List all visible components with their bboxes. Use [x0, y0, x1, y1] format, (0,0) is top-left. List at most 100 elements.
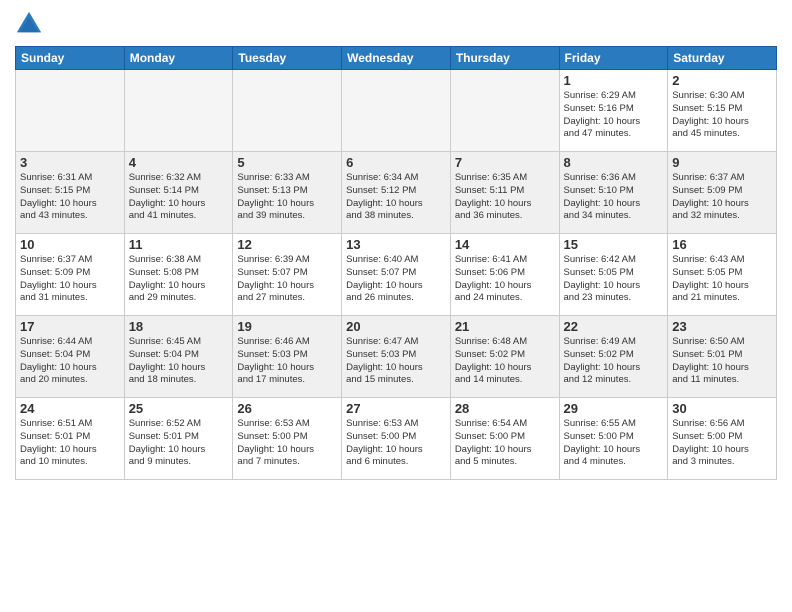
day-info: Sunrise: 6:42 AMSunset: 5:05 PMDaylight:… — [564, 254, 664, 305]
day-number: 14 — [455, 237, 555, 252]
day-number: 15 — [564, 237, 664, 252]
day-number: 4 — [129, 155, 229, 170]
day-info: Sunrise: 6:39 AMSunset: 5:07 PMDaylight:… — [237, 254, 337, 305]
calendar-cell: 23 Sunrise: 6:50 AMSunset: 5:01 PMDayligh… — [668, 316, 777, 398]
day-info: Sunrise: 6:34 AMSunset: 5:12 PMDaylight:… — [346, 172, 446, 223]
calendar-cell: 22 Sunrise: 6:49 AMSunset: 5:02 PMDayligh… — [559, 316, 668, 398]
page: SundayMondayTuesdayWednesdayThursdayFrid… — [0, 0, 792, 612]
weekday-header-row: SundayMondayTuesdayWednesdayThursdayFrid… — [16, 47, 777, 70]
day-number: 9 — [672, 155, 772, 170]
calendar-body: 1Sunrise: 6:29 AMSunset: 5:16 PMDaylight… — [16, 70, 777, 480]
calendar-cell: 14 Sunrise: 6:41 AMSunset: 5:06 PMDayligh… — [450, 234, 559, 316]
calendar-cell: 6 Sunrise: 6:34 AMSunset: 5:12 PMDaylight… — [342, 152, 451, 234]
calendar-cell: 19 Sunrise: 6:46 AMSunset: 5:03 PMDayligh… — [233, 316, 342, 398]
day-info: Sunrise: 6:37 AMSunset: 5:09 PMDaylight:… — [20, 254, 120, 305]
day-number: 19 — [237, 319, 337, 334]
calendar-cell: 15 Sunrise: 6:42 AMSunset: 5:05 PMDayligh… — [559, 234, 668, 316]
day-number: 12 — [237, 237, 337, 252]
day-number: 11 — [129, 237, 229, 252]
calendar-table: SundayMondayTuesdayWednesdayThursdayFrid… — [15, 46, 777, 480]
day-info: Sunrise: 6:54 AMSunset: 5:00 PMDaylight:… — [455, 418, 555, 469]
calendar-cell: 10 Sunrise: 6:37 AMSunset: 5:09 PMDayligh… — [16, 234, 125, 316]
day-info: Sunrise: 6:45 AMSunset: 5:04 PMDaylight:… — [129, 336, 229, 387]
calendar-cell: 30Sunrise: 6:56 AMSunset: 5:00 PMDayligh… — [668, 398, 777, 480]
header — [15, 10, 777, 38]
logo-icon — [15, 10, 43, 38]
calendar-cell: 9Sunrise: 6:37 AMSunset: 5:09 PMDaylight… — [668, 152, 777, 234]
day-number: 7 — [455, 155, 555, 170]
day-info: Sunrise: 6:49 AMSunset: 5:02 PMDaylight:… — [564, 336, 664, 387]
day-number: 20 — [346, 319, 446, 334]
calendar-cell: 3 Sunrise: 6:31 AMSunset: 5:15 PMDaylight… — [16, 152, 125, 234]
day-number: 23 — [672, 319, 772, 334]
calendar-cell — [124, 70, 233, 152]
day-number: 8 — [564, 155, 664, 170]
logo — [15, 10, 47, 38]
day-info: Sunrise: 6:36 AMSunset: 5:10 PMDaylight:… — [564, 172, 664, 223]
day-info: Sunrise: 6:53 AMSunset: 5:00 PMDaylight:… — [237, 418, 337, 469]
day-info: Sunrise: 6:41 AMSunset: 5:06 PMDaylight:… — [455, 254, 555, 305]
day-number: 2 — [672, 73, 772, 88]
day-number: 3 — [20, 155, 120, 170]
calendar-cell: 18 Sunrise: 6:45 AMSunset: 5:04 PMDayligh… — [124, 316, 233, 398]
day-info: Sunrise: 6:44 AMSunset: 5:04 PMDaylight:… — [20, 336, 120, 387]
day-number: 5 — [237, 155, 337, 170]
calendar-cell — [342, 70, 451, 152]
day-number: 27 — [346, 401, 446, 416]
calendar-cell: 7 Sunrise: 6:35 AMSunset: 5:11 PMDaylight… — [450, 152, 559, 234]
calendar-cell: 28 Sunrise: 6:54 AMSunset: 5:00 PMDayligh… — [450, 398, 559, 480]
calendar-cell: 11 Sunrise: 6:38 AMSunset: 5:08 PMDayligh… — [124, 234, 233, 316]
day-number: 18 — [129, 319, 229, 334]
weekday-header-friday: Friday — [559, 47, 668, 70]
day-info: Sunrise: 6:33 AMSunset: 5:13 PMDaylight:… — [237, 172, 337, 223]
day-number: 21 — [455, 319, 555, 334]
calendar-cell: 16 Sunrise: 6:43 AMSunset: 5:05 PMDayligh… — [668, 234, 777, 316]
calendar-cell: 4 Sunrise: 6:32 AMSunset: 5:14 PMDaylight… — [124, 152, 233, 234]
weekday-header-tuesday: Tuesday — [233, 47, 342, 70]
calendar-cell: 27Sunrise: 6:53 AMSunset: 5:00 PMDayligh… — [342, 398, 451, 480]
calendar-week-4: 17 Sunrise: 6:44 AMSunset: 5:04 PMDayligh… — [16, 316, 777, 398]
day-info: Sunrise: 6:47 AMSunset: 5:03 PMDaylight:… — [346, 336, 446, 387]
day-info: Sunrise: 6:35 AMSunset: 5:11 PMDaylight:… — [455, 172, 555, 223]
day-info: Sunrise: 6:52 AMSunset: 5:01 PMDaylight:… — [129, 418, 229, 469]
day-info: Sunrise: 6:30 AMSunset: 5:15 PMDaylight:… — [672, 90, 772, 141]
calendar-week-2: 3 Sunrise: 6:31 AMSunset: 5:15 PMDaylight… — [16, 152, 777, 234]
day-number: 29 — [564, 401, 664, 416]
calendar-cell: 12 Sunrise: 6:39 AMSunset: 5:07 PMDayligh… — [233, 234, 342, 316]
calendar-cell: 21 Sunrise: 6:48 AMSunset: 5:02 PMDayligh… — [450, 316, 559, 398]
day-number: 26 — [237, 401, 337, 416]
day-number: 13 — [346, 237, 446, 252]
calendar-header: SundayMondayTuesdayWednesdayThursdayFrid… — [16, 47, 777, 70]
weekday-header-sunday: Sunday — [16, 47, 125, 70]
day-number: 22 — [564, 319, 664, 334]
day-number: 24 — [20, 401, 120, 416]
calendar-cell: 26 Sunrise: 6:53 AMSunset: 5:00 PMDayligh… — [233, 398, 342, 480]
day-number: 28 — [455, 401, 555, 416]
day-info: Sunrise: 6:31 AMSunset: 5:15 PMDaylight:… — [20, 172, 120, 223]
calendar-cell: 1Sunrise: 6:29 AMSunset: 5:16 PMDaylight… — [559, 70, 668, 152]
day-info: Sunrise: 6:55 AMSunset: 5:00 PMDaylight:… — [564, 418, 664, 469]
day-info: Sunrise: 6:46 AMSunset: 5:03 PMDaylight:… — [237, 336, 337, 387]
calendar-cell: 25Sunrise: 6:52 AMSunset: 5:01 PMDayligh… — [124, 398, 233, 480]
day-info: Sunrise: 6:43 AMSunset: 5:05 PMDaylight:… — [672, 254, 772, 305]
day-info: Sunrise: 6:32 AMSunset: 5:14 PMDaylight:… — [129, 172, 229, 223]
day-info: Sunrise: 6:40 AMSunset: 5:07 PMDaylight:… — [346, 254, 446, 305]
calendar-cell: 2 Sunrise: 6:30 AMSunset: 5:15 PMDaylight… — [668, 70, 777, 152]
day-info: Sunrise: 6:48 AMSunset: 5:02 PMDaylight:… — [455, 336, 555, 387]
weekday-header-thursday: Thursday — [450, 47, 559, 70]
day-info: Sunrise: 6:38 AMSunset: 5:08 PMDaylight:… — [129, 254, 229, 305]
day-number: 1 — [564, 73, 664, 88]
day-number: 10 — [20, 237, 120, 252]
calendar-week-5: 24Sunrise: 6:51 AMSunset: 5:01 PMDayligh… — [16, 398, 777, 480]
calendar-cell — [16, 70, 125, 152]
day-number: 30 — [672, 401, 772, 416]
day-info: Sunrise: 6:50 AMSunset: 5:01 PMDaylight:… — [672, 336, 772, 387]
calendar-cell: 13 Sunrise: 6:40 AMSunset: 5:07 PMDayligh… — [342, 234, 451, 316]
calendar-cell: 17 Sunrise: 6:44 AMSunset: 5:04 PMDayligh… — [16, 316, 125, 398]
calendar-cell: 5 Sunrise: 6:33 AMSunset: 5:13 PMDaylight… — [233, 152, 342, 234]
calendar-cell: 24Sunrise: 6:51 AMSunset: 5:01 PMDayligh… — [16, 398, 125, 480]
day-number: 16 — [672, 237, 772, 252]
calendar-cell: 29 Sunrise: 6:55 AMSunset: 5:00 PMDayligh… — [559, 398, 668, 480]
day-number: 17 — [20, 319, 120, 334]
day-number: 6 — [346, 155, 446, 170]
